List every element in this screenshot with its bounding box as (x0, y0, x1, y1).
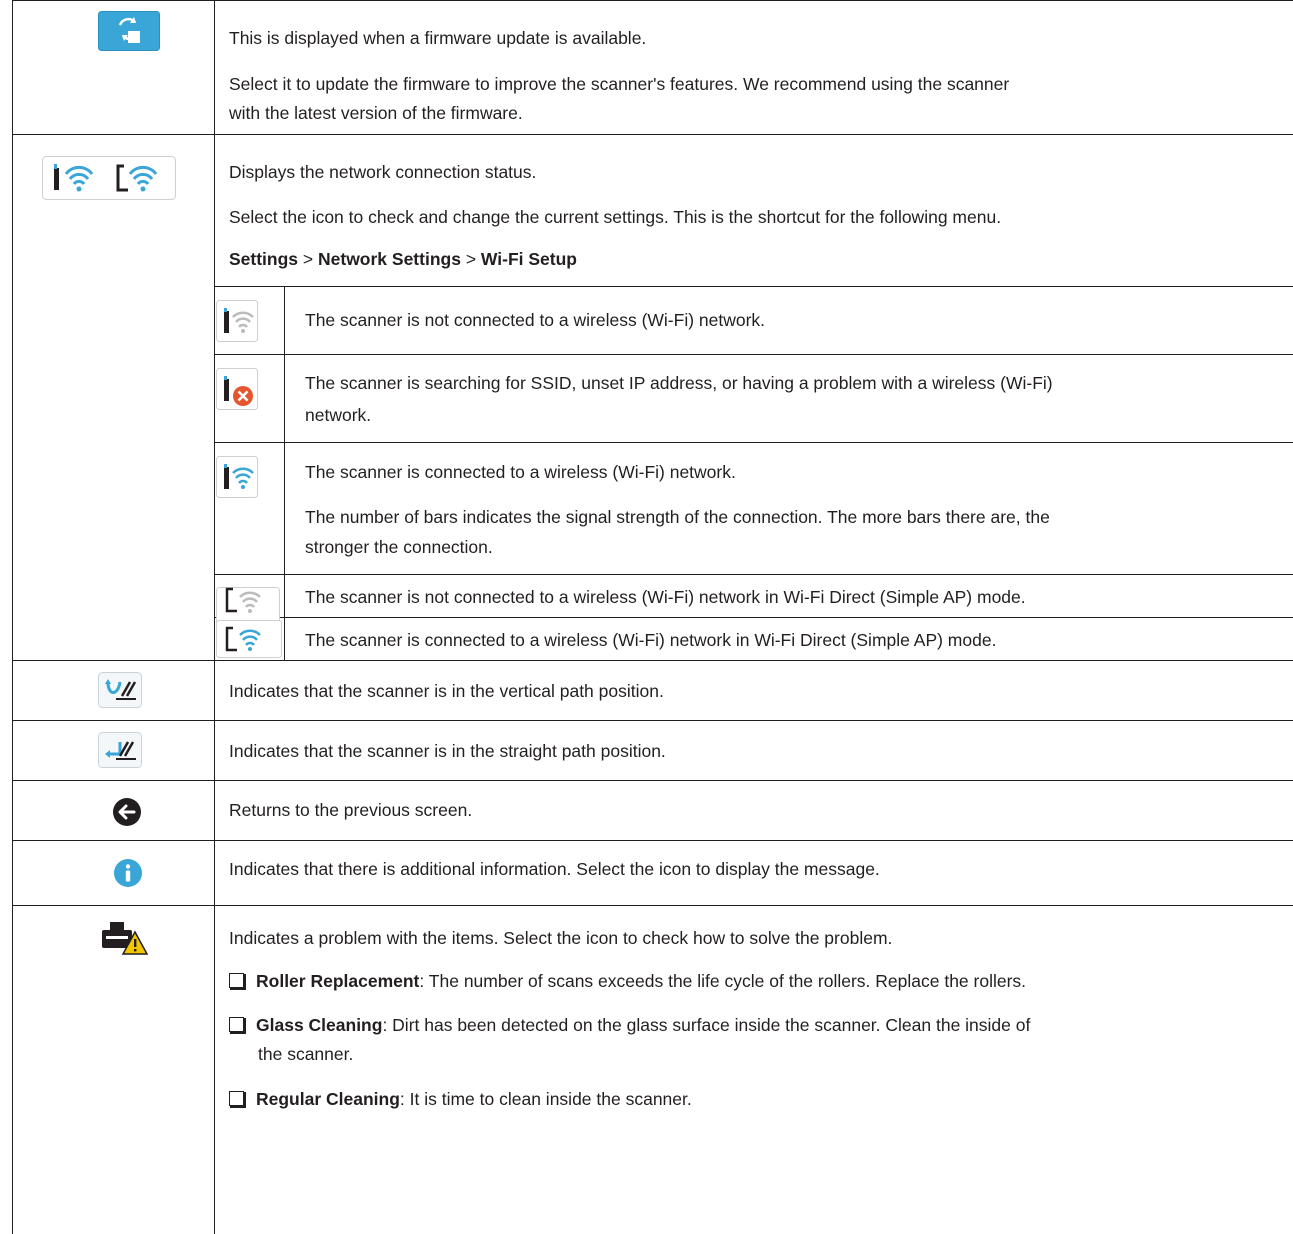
subtable-divider (214, 354, 1293, 355)
list-item-term: Glass Cleaning (256, 1015, 383, 1035)
subtable-divider (214, 574, 1293, 575)
network-menu-path: Settings > Network Settings > Wi-Fi Setu… (229, 247, 577, 271)
list-item-term: Roller Replacement (256, 971, 420, 991)
list-item-desc: : It is time to clean inside the scanner… (399, 1089, 692, 1109)
back-desc: Returns to the previous screen. (229, 800, 473, 820)
firmware-desc-line2: Select it to update the firmware to impr… (229, 74, 1010, 94)
firmware-update-icon (98, 11, 160, 56)
list-item-desc: : The number of scans exceeds the life c… (419, 971, 1027, 991)
row-divider (12, 840, 1293, 841)
network-desc-line1: Displays the network connection status. (229, 162, 537, 182)
signal-bars-desc-line2: stronger the connection. (305, 537, 493, 557)
problem-desc: Indicates a problem with the items. Sele… (229, 928, 893, 948)
path-separator: > (298, 249, 318, 269)
checkbox-bullet-icon (229, 1091, 246, 1108)
firmware-desc-line1: This is displayed when a firmware update… (229, 28, 647, 48)
row-divider (12, 134, 1293, 135)
path-settings: Settings (229, 249, 299, 269)
vertical-path-desc: Indicates that the scanner is in the ver… (229, 681, 664, 701)
wifi-disconnected-icon (216, 300, 258, 347)
list-item: Roller Replacement: The number of scans … (229, 969, 1026, 993)
table-left-border (12, 0, 13, 1234)
path-wifi-setup: Wi-Fi Setup (480, 249, 577, 269)
straight-path-icon (98, 732, 142, 773)
printer-warning-icon (102, 920, 149, 961)
row-divider (12, 720, 1293, 721)
list-item: Glass Cleaning: Dirt has been detected o… (229, 1013, 1030, 1037)
list-item: Regular Cleaning: It is time to clean in… (229, 1087, 692, 1111)
wifi-status-text: The scanner is not connected to a wirele… (305, 587, 1026, 607)
vertical-path-icon (98, 672, 142, 713)
path-network-settings: Network Settings (318, 249, 461, 269)
list-item-term: Regular Cleaning (256, 1089, 400, 1109)
info-icon (113, 858, 143, 893)
wifi-status-text-cont: network. (305, 405, 372, 425)
row-divider (12, 660, 1293, 661)
list-item-desc: : Dirt has been detected on the glass su… (382, 1015, 1031, 1035)
subtable-divider (214, 617, 1293, 618)
wifi-error-icon (216, 368, 258, 415)
signal-bars-desc-line1: The number of bars indicates the signal … (305, 507, 1050, 527)
path-separator: > (460, 249, 481, 269)
wifi-status-text: The scanner is not connected to a wirele… (305, 310, 766, 330)
straight-path-desc: Indicates that the scanner is in the str… (229, 741, 666, 761)
info-desc: Indicates that there is additional infor… (229, 859, 880, 879)
row-divider (12, 905, 1293, 906)
wifi-status-text: The scanner is searching for SSID, unset… (305, 373, 1053, 393)
subtable-divider (214, 442, 1293, 443)
back-arrow-icon (112, 797, 142, 832)
wifi-connected-icon (216, 456, 258, 503)
network-status-icon (42, 156, 176, 205)
wifi-status-text: The scanner is connected to a wireless (… (305, 630, 997, 650)
subtable-divider (214, 286, 1293, 287)
checkbox-bullet-icon (229, 973, 246, 990)
row-divider (12, 0, 1293, 1)
network-desc-line2: Select the icon to check and change the … (229, 207, 1002, 227)
checkbox-bullet-icon (229, 1017, 246, 1034)
subtable-column-divider (284, 286, 285, 660)
firmware-desc-line3: with the latest version of the firmware. (229, 103, 523, 123)
list-item-desc-cont: the scanner. (258, 1044, 354, 1064)
wifi-direct-connected-icon (216, 620, 282, 663)
row-divider (12, 780, 1293, 781)
wifi-direct-disconnected-glyph (216, 583, 282, 620)
wifi-status-text: The scanner is connected to a wireless (… (305, 462, 736, 482)
